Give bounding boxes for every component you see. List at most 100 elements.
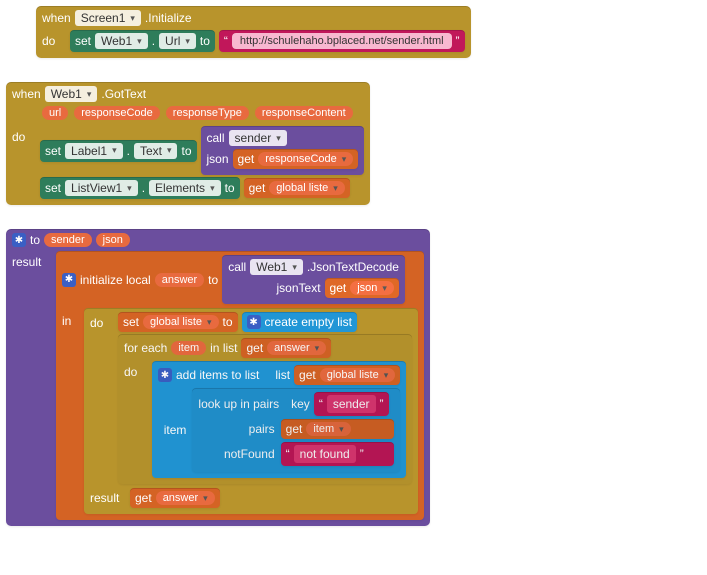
arg-label-notfound: notFound <box>198 447 274 461</box>
open-quote: “ <box>319 397 323 411</box>
dropdown-elements-prop[interactable]: Elements <box>149 180 221 196</box>
param-responsetype[interactable]: responseType <box>166 106 249 120</box>
label-add-items: add items to list <box>176 368 259 382</box>
string-sender[interactable]: “ sender ” <box>314 392 389 416</box>
method-jsontextdecode: .JsonTextDecode <box>307 260 399 274</box>
text-notfound[interactable]: not found <box>294 445 356 463</box>
event-initialize: .Initialize <box>145 11 192 25</box>
string-literal-url[interactable]: “ http://schulehaho.bplaced.net/sender.h… <box>219 30 465 52</box>
kw-set: set <box>45 181 61 195</box>
arg-label-key: key <box>291 397 310 411</box>
var-json[interactable]: json <box>350 281 394 295</box>
close-quote: ” <box>360 447 364 461</box>
set-web1-url[interactable]: set Web1 . Url to <box>70 30 215 52</box>
dot: . <box>127 144 130 158</box>
get-answer[interactable]: get answer <box>241 338 331 358</box>
proc-name-sender[interactable]: sender <box>44 233 92 247</box>
kw-result: result <box>90 491 126 505</box>
kw-get: get <box>286 422 303 436</box>
initialize-local-answer[interactable]: initialize local answer to call Web1 .Js… <box>56 251 424 520</box>
text-sender[interactable]: sender <box>327 395 376 413</box>
set-listview1-elements[interactable]: set ListView1 . Elements to <box>40 177 240 199</box>
gear-icon[interactable] <box>62 273 76 287</box>
kw-result: result <box>12 251 52 269</box>
for-each-item[interactable]: for each item in list get answer <box>118 334 412 484</box>
dot: . <box>152 34 155 48</box>
gear-icon[interactable] <box>247 315 261 329</box>
arg-label-json: json <box>207 152 229 166</box>
kw-do: do <box>42 34 66 48</box>
label-lookup: look up in pairs <box>198 397 279 411</box>
kw-when: when <box>12 87 41 101</box>
dropdown-web1[interactable]: Web1 <box>95 33 148 49</box>
arg-label-jsontext: jsonText <box>277 281 321 295</box>
get-global-liste[interactable]: get global liste <box>244 178 350 198</box>
call-sender[interactable]: call sender json get responseCode <box>201 126 365 175</box>
var-global-liste[interactable]: global liste <box>320 368 396 382</box>
arg-label-item: item <box>158 423 186 437</box>
open-quote: “ <box>224 34 228 48</box>
get-global-liste[interactable]: get global liste <box>294 365 400 385</box>
kw-when: when <box>42 11 71 25</box>
get-answer-result[interactable]: get answer <box>130 488 220 508</box>
kw-to: to <box>225 181 235 195</box>
kw-do: do <box>124 361 148 379</box>
localvar-answer[interactable]: answer <box>155 273 204 287</box>
kw-call: call <box>207 131 225 145</box>
kw-call: call <box>228 260 246 274</box>
close-quote: ” <box>456 34 460 48</box>
do-result-wrapper[interactable]: do set global liste to <box>84 308 418 514</box>
url-text[interactable]: http://schulehaho.bplaced.net/sender.htm… <box>232 33 452 49</box>
var-answer[interactable]: answer <box>267 341 326 355</box>
kw-set: set <box>123 315 139 329</box>
set-label1-text[interactable]: set Label1 . Text to <box>40 140 197 162</box>
kw-initialize-local: initialize local <box>80 273 151 287</box>
label-create-empty-list: create empty list <box>265 315 352 329</box>
get-json[interactable]: get json <box>325 278 399 298</box>
string-notfound[interactable]: “ not found ” <box>281 442 395 466</box>
get-item[interactable]: get item <box>281 419 395 439</box>
add-items-to-list[interactable]: add items to list list get global liste <box>152 361 406 478</box>
var-answer[interactable]: answer <box>156 491 215 505</box>
close-quote: ” <box>380 397 384 411</box>
set-global-liste[interactable]: set global liste to <box>118 312 238 332</box>
block-procedure-sender[interactable]: to sender json result initialize local a… <box>6 229 707 526</box>
gear-icon[interactable] <box>158 368 172 382</box>
var-global-liste[interactable]: global liste <box>143 315 219 329</box>
event-gottext: .GotText <box>101 87 146 101</box>
var-responsecode[interactable]: responseCode <box>258 152 353 166</box>
dropdown-url-prop[interactable]: Url <box>159 33 196 49</box>
open-quote: “ <box>286 447 290 461</box>
kw-for-each: for each <box>124 341 167 355</box>
param-responsecontent[interactable]: responseContent <box>255 106 353 120</box>
gear-icon[interactable] <box>12 233 26 247</box>
dropdown-web1[interactable]: Web1 <box>250 259 303 275</box>
kw-set: set <box>45 144 61 158</box>
kw-in: in <box>62 308 80 328</box>
create-empty-list[interactable]: create empty list <box>242 312 357 332</box>
arg-label-pairs: pairs <box>198 422 274 436</box>
block-web1-gottext[interactable]: when Web1 .GotText url responseCode resp… <box>6 82 707 205</box>
dropdown-listview1[interactable]: ListView1 <box>65 180 138 196</box>
kw-to: to <box>181 144 191 158</box>
kw-get: get <box>249 181 266 195</box>
call-web1-jsontextdecode[interactable]: call Web1 .JsonTextDecode jsonText get j… <box>222 255 405 304</box>
block-screen1-initialize[interactable]: when Screen1 .Initialize do set Web1 . U… <box>6 6 707 58</box>
var-item[interactable]: item <box>306 422 350 436</box>
dropdown-label1[interactable]: Label1 <box>65 143 123 159</box>
kw-to: to <box>208 273 218 287</box>
proc-arg-json[interactable]: json <box>96 233 130 247</box>
kw-set: set <box>75 34 91 48</box>
param-responsecode[interactable]: responseCode <box>74 106 160 120</box>
var-global-liste[interactable]: global liste <box>269 181 345 195</box>
dropdown-text-prop[interactable]: Text <box>134 143 178 159</box>
dropdown-web1[interactable]: Web1 <box>45 86 98 102</box>
dropdown-sender-proc[interactable]: sender <box>229 130 287 146</box>
get-responsecode[interactable]: get responseCode <box>233 149 359 169</box>
kw-get: get <box>246 341 263 355</box>
param-url[interactable]: url <box>42 106 68 120</box>
lookup-in-pairs[interactable]: look up in pairs key “ sender <box>192 388 400 472</box>
kw-do: do <box>12 126 36 144</box>
loopvar-item[interactable]: item <box>171 341 206 355</box>
dropdown-screen1[interactable]: Screen1 <box>75 10 141 26</box>
